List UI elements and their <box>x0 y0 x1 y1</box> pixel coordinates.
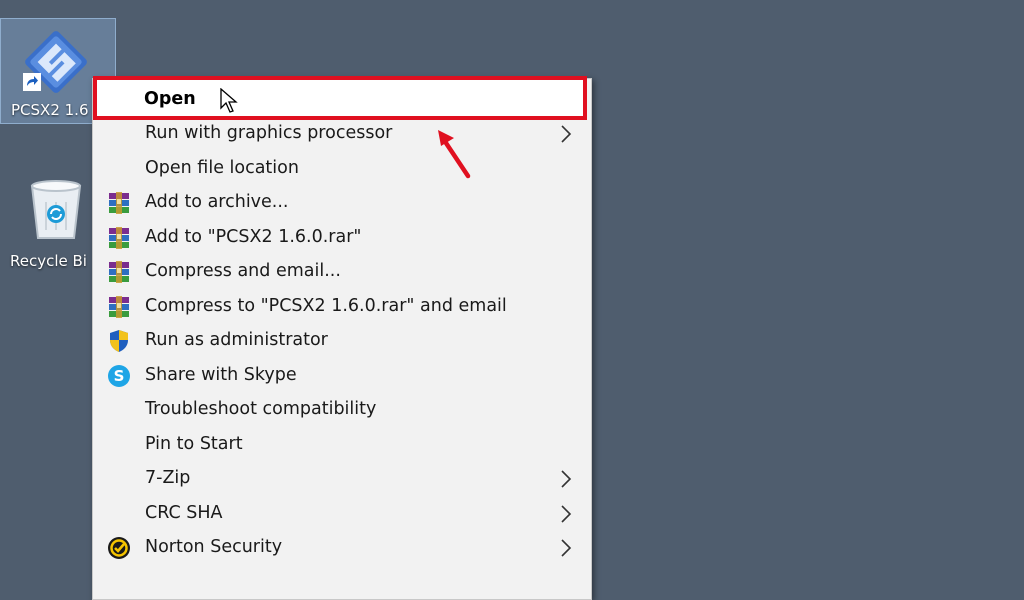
winrar-icon <box>109 227 129 249</box>
menu-item-compress-to-rar-and-email[interactable]: Compress to "PCSX2 1.6.0.rar" and email <box>93 290 591 324</box>
winrar-icon <box>109 261 129 283</box>
chevron-right-icon <box>561 505 572 523</box>
svg-text:S: S <box>114 367 125 385</box>
chevron-right-icon <box>561 470 572 488</box>
menu-item-label: Troubleshoot compatibility <box>145 399 377 419</box>
winrar-icon <box>109 296 129 318</box>
menu-item-compress-and-email[interactable]: Compress and email... <box>93 255 591 289</box>
menu-item-label: Pin to Start <box>145 434 243 454</box>
menu-item-add-to-rar[interactable]: Add to "PCSX2 1.6.0.rar" <box>93 221 591 255</box>
menu-item-label: Open <box>144 89 196 109</box>
menu-item-label: Norton Security <box>145 537 283 557</box>
menu-item-label: Run as administrator <box>145 330 328 350</box>
menu-item-label: Add to archive... <box>145 192 289 212</box>
menu-item-label: CRC SHA <box>145 503 223 523</box>
menu-item-label: Run with graphics processor <box>145 123 393 143</box>
menu-item-7zip[interactable]: 7-Zip <box>93 462 591 496</box>
skype-icon: S <box>108 365 130 387</box>
menu-item-label: Open file location <box>145 158 299 178</box>
menu-item-share-with-skype[interactable]: S Share with Skype <box>93 359 591 393</box>
norton-icon <box>108 537 130 559</box>
desktop-icon-label: Recycle Bi <box>10 252 87 270</box>
menu-item-crc-sha[interactable]: CRC SHA <box>93 497 591 531</box>
menu-item-run-as-administrator[interactable]: Run as administrator <box>93 324 591 358</box>
menu-item-open-file-location[interactable]: Open file location <box>93 152 591 186</box>
uac-shield-icon <box>110 330 128 352</box>
winrar-icon <box>109 192 129 214</box>
menu-item-add-to-archive[interactable]: Add to archive... <box>93 186 591 220</box>
shortcut-arrow-icon <box>23 73 41 91</box>
mouse-cursor-icon <box>220 88 238 113</box>
menu-item-norton-security[interactable]: Norton Security <box>93 531 591 565</box>
menu-item-label: 7-Zip <box>145 468 191 488</box>
annotation-arrow-icon <box>438 130 471 179</box>
menu-item-label: Share with Skype <box>145 365 297 385</box>
menu-item-troubleshoot-compatibility[interactable]: Troubleshoot compatibility <box>93 393 591 427</box>
desktop-icon-label: PCSX2 1.6 <box>11 101 89 119</box>
menu-item-pin-to-start[interactable]: Pin to Start <box>93 428 591 462</box>
menu-item-run-with-graphics-processor[interactable]: Run with graphics processor <box>93 117 591 151</box>
menu-item-label: Add to "PCSX2 1.6.0.rar" <box>145 227 362 247</box>
menu-item-label: Compress and email... <box>145 261 341 281</box>
chevron-right-icon <box>561 539 572 557</box>
context-menu: Run with graphics processor Open file lo… <box>92 78 592 600</box>
chevron-right-icon <box>561 125 572 143</box>
menu-item-label: Compress to "PCSX2 1.6.0.rar" and email <box>145 296 507 316</box>
recycle-bin-icon <box>30 180 82 239</box>
menu-item-open[interactable]: Open <box>92 82 586 116</box>
